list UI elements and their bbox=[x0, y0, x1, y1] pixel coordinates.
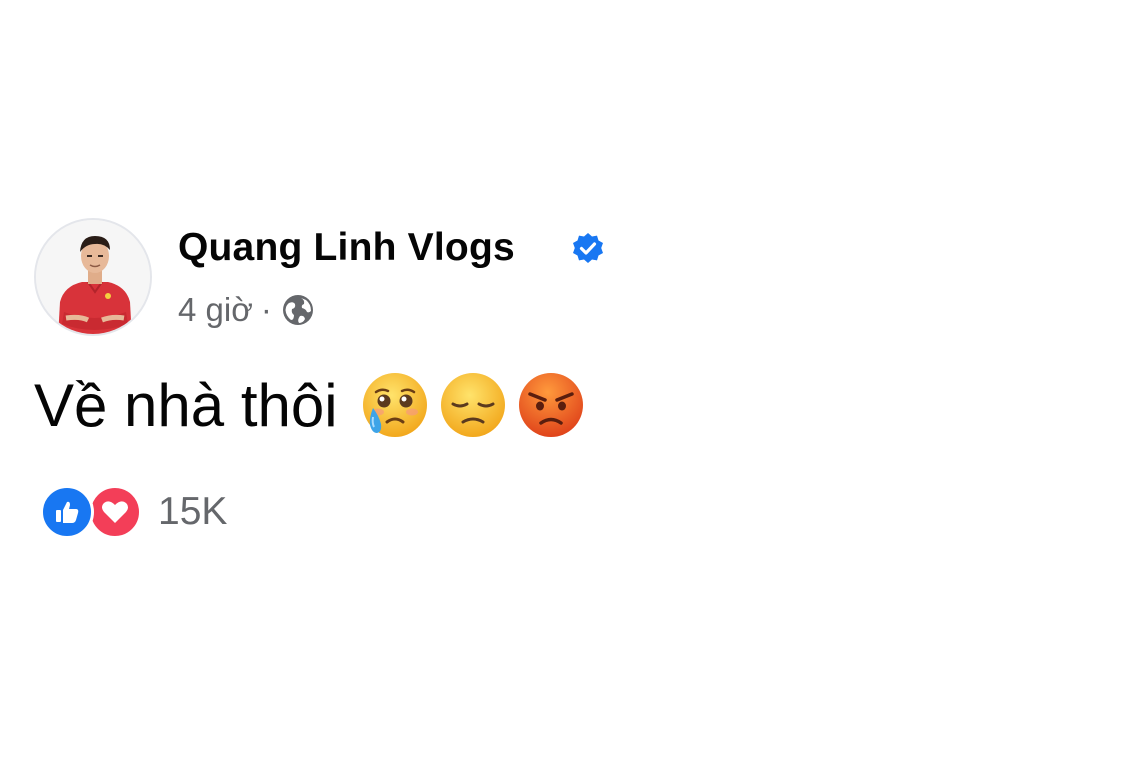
reactions-summary[interactable]: 15K bbox=[40, 484, 227, 540]
post-timestamp[interactable]: 4 giờ bbox=[178, 291, 253, 329]
love-icon bbox=[88, 485, 142, 539]
author-name[interactable]: Quang Linh Vlogs bbox=[178, 226, 515, 270]
avatar-photo bbox=[36, 220, 150, 334]
reaction-count[interactable]: 15K bbox=[158, 490, 227, 534]
emoji-row bbox=[360, 370, 586, 440]
meta-separator: · bbox=[260, 291, 272, 328]
pleading-face-with-tear-icon bbox=[362, 373, 427, 437]
page: Quang Linh Vlogs 4 giờ · Về nhà thôi 15K bbox=[0, 0, 1144, 762]
like-icon bbox=[40, 485, 94, 539]
post-meta: 4 giờ · bbox=[178, 290, 316, 330]
globe-icon[interactable] bbox=[280, 292, 316, 328]
facebook-post: Quang Linh Vlogs 4 giờ · Về nhà thôi 15K bbox=[34, 218, 1034, 539]
verified-badge-icon bbox=[573, 233, 603, 263]
pensive-face-icon bbox=[440, 373, 505, 437]
post-message: Về nhà thôi bbox=[34, 370, 586, 440]
angry-face-icon bbox=[518, 373, 583, 437]
post-message-text: Về nhà thôi bbox=[34, 371, 338, 439]
author-avatar[interactable] bbox=[34, 218, 152, 336]
post-header: Quang Linh Vlogs 4 giờ · bbox=[34, 218, 1034, 340]
thumbs-up-glyph bbox=[56, 501, 79, 523]
heart-glyph bbox=[102, 501, 128, 523]
